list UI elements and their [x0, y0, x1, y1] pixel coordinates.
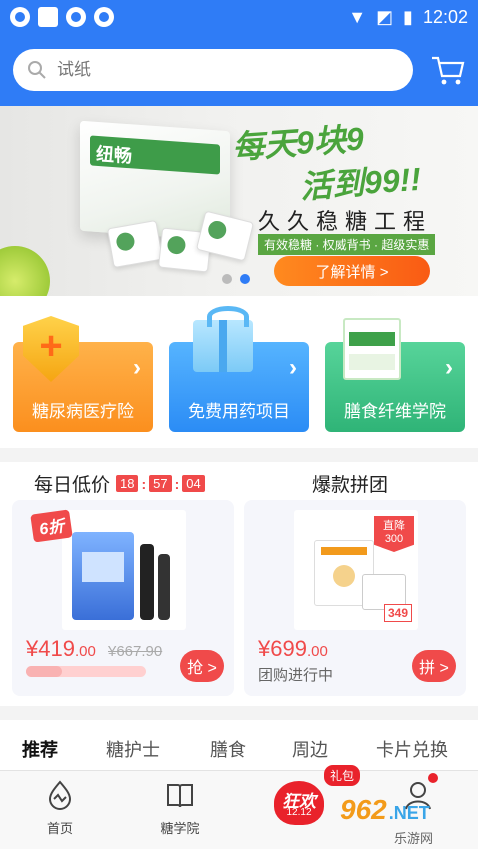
- deals-section: 每日低价 18 : 57 : 04 爆款拼团 6折 ¥419.00 ¥667.9…: [0, 462, 478, 706]
- notification-icon: [10, 7, 30, 27]
- meter-box: [72, 532, 134, 620]
- tab-card-exchange[interactable]: 卡片兑换: [376, 736, 448, 762]
- gift-pack-badge[interactable]: 礼包: [324, 765, 361, 786]
- daily-deal-heading: 每日低价 18 : 57 : 04: [34, 470, 205, 497]
- service-label: 膳食纤维学院: [344, 402, 446, 421]
- notification-dot: [428, 773, 438, 783]
- promo-1212-button[interactable]: 狂欢 12.12: [272, 777, 328, 825]
- clock: 12:02: [422, 6, 468, 27]
- nav-school[interactable]: 糖学院: [140, 779, 220, 837]
- sachet-image: [106, 219, 164, 269]
- header: [0, 34, 478, 106]
- chevron-right-icon: ›: [133, 354, 141, 381]
- cart-icon[interactable]: [430, 52, 466, 88]
- watermark-text: 乐游网: [394, 831, 434, 846]
- carousel-dot[interactable]: [222, 274, 232, 284]
- learn-more-button[interactable]: 了解详情 >: [274, 256, 430, 286]
- discount-badge: 6折: [30, 509, 73, 543]
- nav-home[interactable]: 首页: [20, 779, 100, 837]
- service-insurance[interactable]: › 糖尿病医疗险: [13, 316, 153, 432]
- book-icon: [167, 784, 193, 808]
- service-label: 糖尿病医疗险: [32, 402, 134, 421]
- signal-icon: ◩: [376, 6, 394, 27]
- chevron-right-icon: ›: [445, 354, 453, 381]
- sale-progress-bar: [26, 666, 146, 677]
- watermark-net: .NET: [388, 803, 430, 823]
- wifi-icon: ▼: [348, 6, 367, 27]
- status-bar: ▼ ◩ ▮ 12:02: [0, 0, 478, 34]
- group-status: 团购进行中: [258, 667, 334, 684]
- price-tag: 349: [383, 604, 412, 622]
- home-icon: [48, 780, 72, 810]
- search-bar[interactable]: [13, 49, 413, 91]
- join-group-button[interactable]: 拼 >: [412, 650, 456, 682]
- grab-button[interactable]: 抢 >: [180, 650, 224, 682]
- chevron-right-icon: ›: [289, 354, 297, 381]
- carousel-indicator: [222, 274, 250, 284]
- countdown-timer: 18 : 57 : 04: [116, 475, 205, 492]
- discount-badge: 直降 300: [374, 516, 414, 552]
- watermark-logo: 962 .NET: [340, 794, 430, 826]
- tab-accessories[interactable]: 周边: [292, 736, 328, 762]
- product-name: 纽畅: [96, 143, 132, 167]
- nav-home-label: 首页: [46, 821, 73, 836]
- nav-school-label: 糖学院: [160, 821, 200, 836]
- promo-date: 12.12: [286, 807, 312, 818]
- notification-icon: [66, 7, 86, 27]
- tab-sugar-nurse[interactable]: 糖护士: [106, 736, 160, 762]
- gift-icon: [193, 306, 253, 372]
- shield-icon: [23, 316, 79, 382]
- product-box-icon: [343, 318, 401, 380]
- device-image: [158, 554, 170, 620]
- recommend-tabs: 推荐 糖护士 膳食 周边 卡片兑换: [0, 720, 478, 770]
- glucose-meter-image: [62, 510, 186, 630]
- carousel-dot-active[interactable]: [240, 274, 250, 284]
- tab-recommend[interactable]: 推荐: [22, 736, 58, 762]
- banner-slogan: 活到99!!: [299, 160, 423, 206]
- timer-minutes: 57: [149, 475, 172, 492]
- service-free-medicine[interactable]: › 免费用药项目: [169, 306, 309, 432]
- timer-hours: 18: [116, 475, 139, 492]
- group-price: ¥699.00: [258, 636, 328, 661]
- heart-icon: 狂欢 12.12: [274, 781, 324, 825]
- promo-banner[interactable]: 纽畅 每天9块9 活到99!! 久久稳糖工程 有效稳糖 · 权威背书 · 超级实…: [0, 106, 478, 296]
- battery-icon: ▮: [403, 6, 413, 27]
- search-icon: [28, 61, 46, 79]
- notification-icon: [38, 7, 58, 27]
- group-deal-heading: 爆款拼团: [312, 475, 389, 496]
- notification-icon: [94, 7, 114, 27]
- daily-deal-title: 每日低价: [34, 475, 111, 496]
- deal-price: ¥419.00: [26, 636, 96, 661]
- banner-subtitle: 有效稳糖 · 权威背书 · 超级实惠: [258, 234, 436, 255]
- service-label: 免费用药项目: [188, 402, 290, 421]
- original-price: ¥667.90: [108, 643, 163, 660]
- watermark-number: 962: [340, 794, 387, 825]
- group-deal-card[interactable]: 直降 300 349 ¥699.00 团购进行中 拼 >: [244, 500, 466, 696]
- test-strip-image: 直降 300 349: [294, 510, 418, 630]
- banner-title: 久久稳糖工程: [258, 209, 433, 234]
- tab-diet[interactable]: 膳食: [210, 736, 246, 762]
- services-section: › 糖尿病医疗险 › 免费用药项目 › 膳食纤维学院: [0, 296, 478, 448]
- lime-image: [0, 246, 50, 296]
- search-input[interactable]: [57, 60, 377, 80]
- device-image: [140, 544, 154, 620]
- daily-deal-card[interactable]: 6折 ¥419.00 ¥667.90 抢 >: [12, 500, 234, 696]
- timer-seconds: 04: [182, 475, 205, 492]
- service-fiber-school[interactable]: › 膳食纤维学院: [325, 318, 465, 432]
